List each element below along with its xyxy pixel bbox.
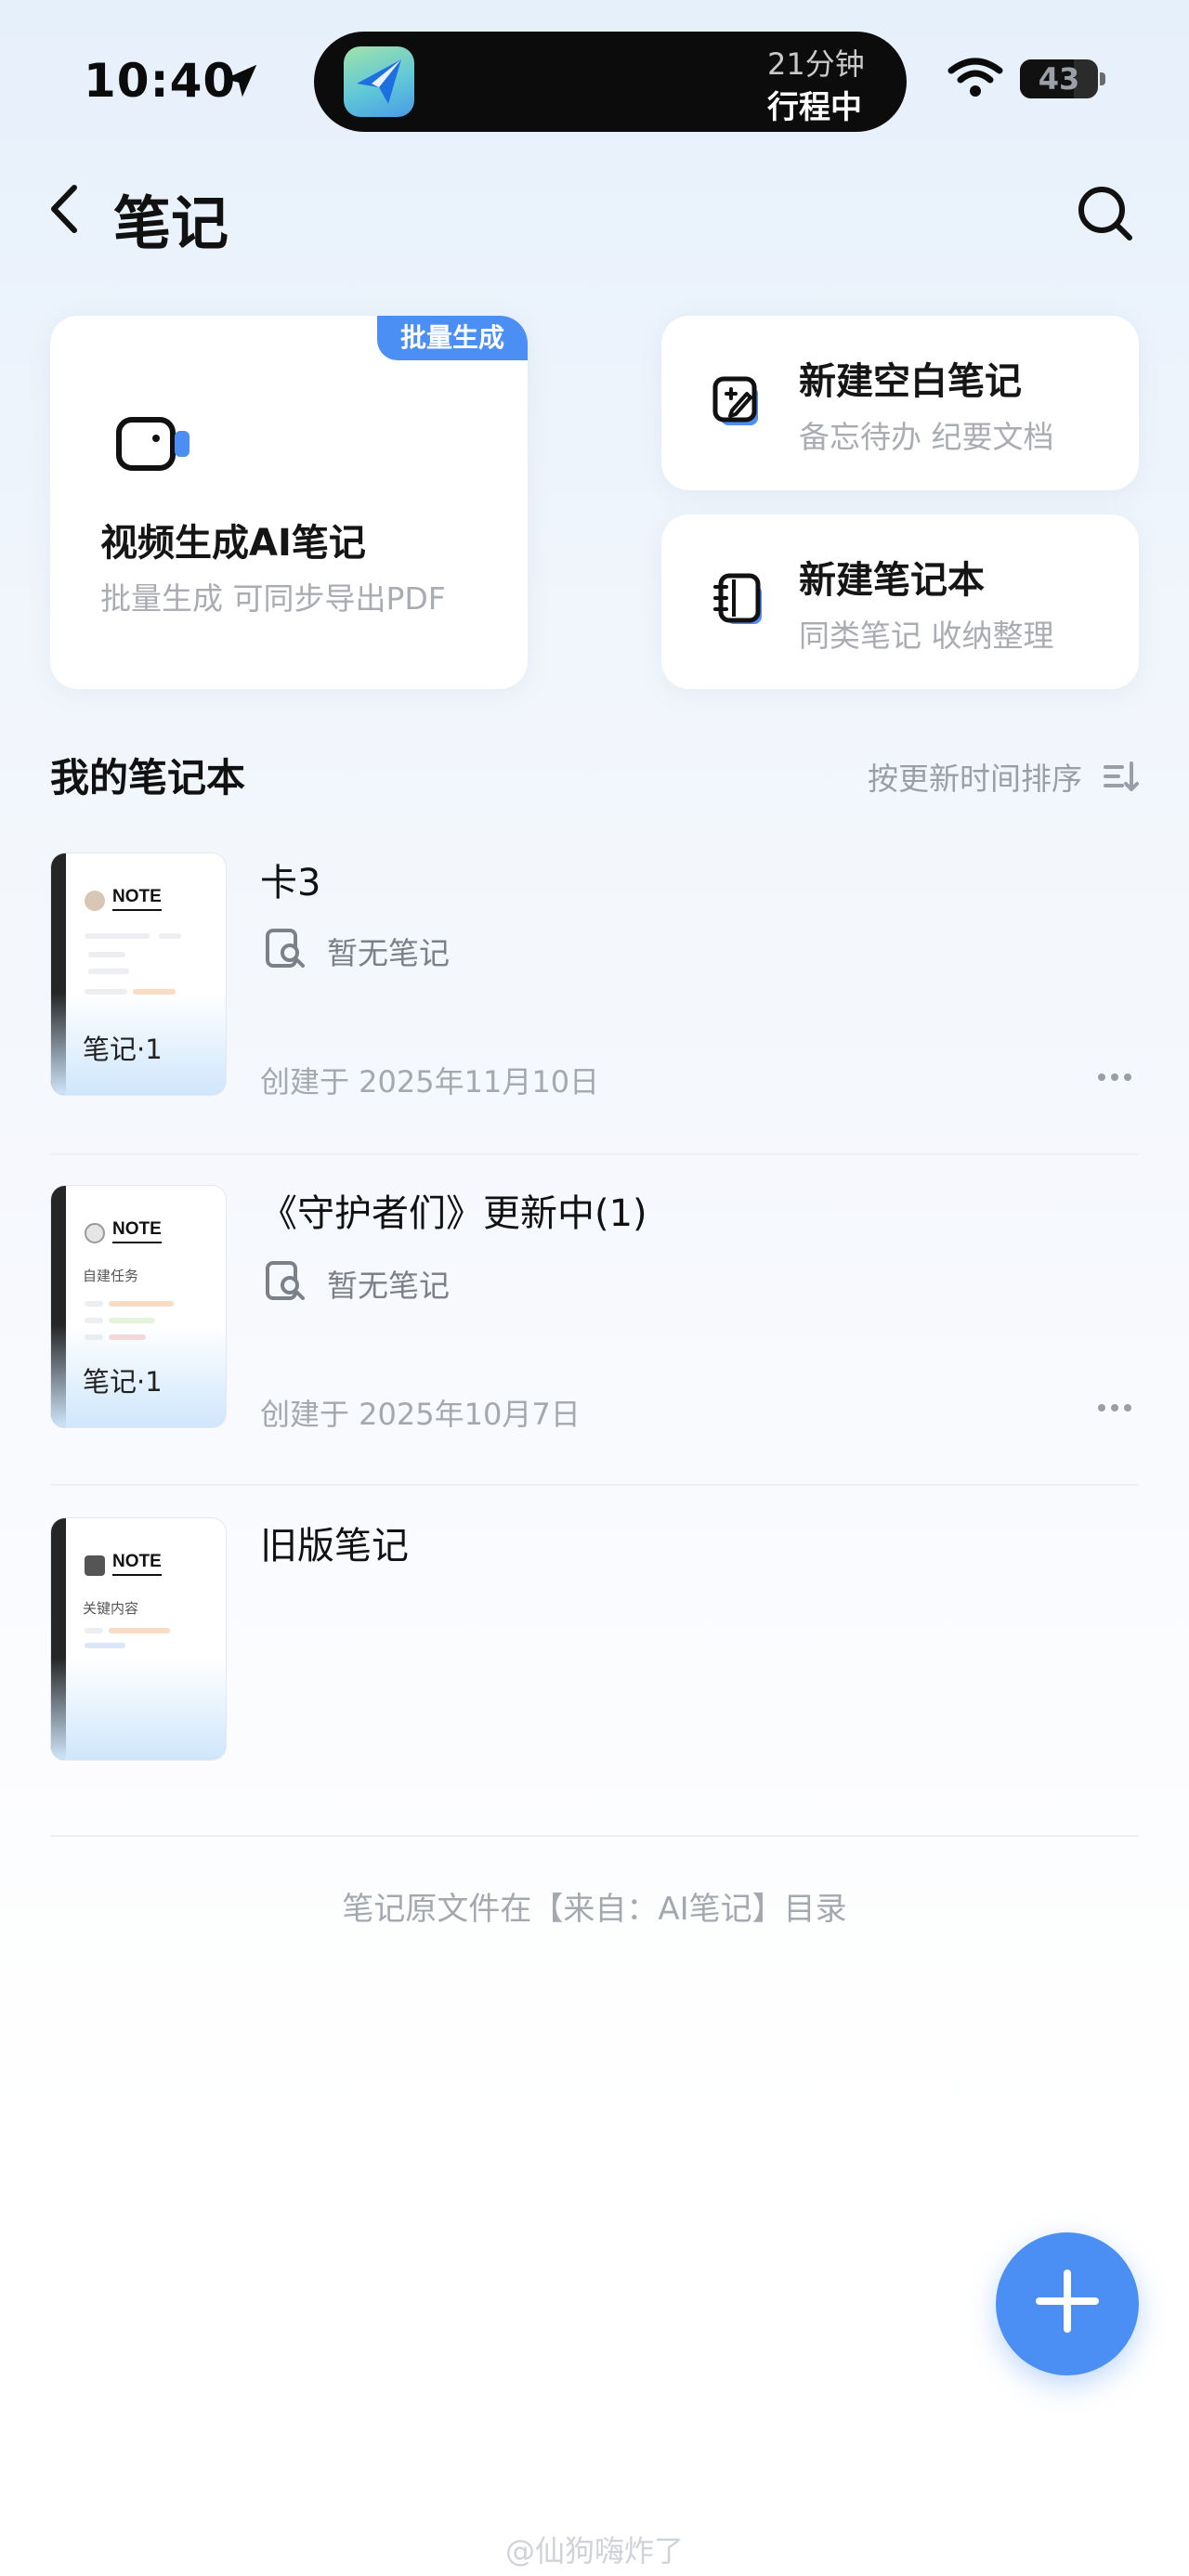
notebook-thumbnail[interactable]: NOTE 自建任务 笔记·1: [50, 1185, 227, 1428]
search-document-icon: [266, 1261, 305, 1300]
thumbnail-gradient: [51, 1658, 226, 1760]
search-document-icon: [266, 929, 305, 968]
video-card-title: 视频生成AI笔记: [100, 522, 366, 565]
my-notebooks-heading: 我的笔记本: [50, 755, 246, 800]
thumbnail-note-count: 笔记·1: [83, 1366, 163, 1398]
notebook-title[interactable]: 《守护者们》更新中(1): [260, 1183, 647, 1237]
thumbnail-note-label: NOTE: [112, 1219, 162, 1243]
new-notebook-title: 新建笔记本: [799, 559, 985, 602]
thumbnail-note-count: 笔记·1: [83, 1034, 163, 1065]
search-icon[interactable]: [1074, 182, 1135, 243]
notebook-icon: [713, 573, 762, 624]
thumbnail-line: [85, 933, 150, 939]
list-divider: [50, 1153, 1139, 1155]
video-card-subtitle: 批量生成 可同步导出PDF: [100, 580, 446, 617]
thumbnail-subtitle: 自建任务: [83, 1268, 139, 1284]
thumbnail-clock-icon: [85, 1223, 105, 1243]
thumbnail-line: [88, 952, 125, 957]
paper-plane-icon: [357, 59, 401, 104]
watermark: @仙狗嗨炸了: [504, 2533, 684, 2569]
created-date: 创建于 2025年10月7日: [260, 1397, 581, 1432]
notebook-thumbnail[interactable]: NOTE 笔记·1: [50, 852, 227, 1096]
location-arrow-icon: [224, 64, 257, 98]
list-divider: [50, 1484, 1139, 1486]
thumbnail-checkbox-icon: [85, 1555, 105, 1576]
thumbnail-note-label: NOTE: [112, 887, 162, 911]
list-divider: [50, 1835, 1139, 1837]
video-ai-note-card[interactable]: [50, 316, 528, 689]
thumbnail-line: [85, 1318, 103, 1323]
batch-generate-badge: 批量生成: [377, 316, 528, 360]
sort-icon[interactable]: [1102, 758, 1139, 795]
thumbnail-subtitle: 关键内容: [83, 1600, 139, 1617]
thumbnail-avatar: [85, 891, 105, 911]
back-chevron-icon[interactable]: [45, 176, 84, 241]
thumbnail-line: [88, 969, 129, 974]
thumbnail-line: [85, 1301, 103, 1307]
navigation-app-icon[interactable]: [344, 46, 414, 117]
more-options-icon[interactable]: [1096, 1402, 1133, 1413]
battery-percent: 43: [1038, 61, 1080, 97]
notebook-title[interactable]: 卡3: [260, 852, 320, 906]
thumbnail-line: [109, 1318, 155, 1323]
created-date: 创建于 2025年11月10日: [260, 1064, 600, 1099]
wifi-icon: [947, 58, 1003, 97]
new-notebook-subtitle: 同类笔记 收纳整理: [799, 618, 1054, 654]
more-options-icon[interactable]: [1096, 1072, 1133, 1083]
plus-icon[interactable]: [1064, 2270, 1071, 2333]
thumbnail-line: [85, 1628, 103, 1633]
blank-note-title: 新建空白笔记: [799, 360, 1022, 403]
island-duration: 21分钟: [767, 46, 865, 82]
thumbnail-line: [159, 933, 181, 939]
battery-tip: [1100, 72, 1105, 85]
thumbnail-line: [85, 1643, 125, 1648]
island-status: 行程中: [767, 89, 862, 126]
source-folder-note: 笔记原文件在【来自：AI笔记】目录: [342, 1891, 847, 1928]
thumbnail-line: [109, 1301, 174, 1307]
edit-note-icon: [712, 376, 758, 425]
video-camera-icon: [116, 417, 189, 471]
thumbnail-line: [109, 1628, 170, 1633]
empty-notes-text: 暂无笔记: [327, 935, 450, 971]
status-time: 10:40: [84, 54, 237, 108]
thumbnail-note-label: NOTE: [112, 1552, 162, 1576]
notebook-title[interactable]: 旧版笔记: [260, 1516, 409, 1569]
empty-notes-text: 暂无笔记: [327, 1268, 450, 1304]
blank-note-subtitle: 备忘待办 纪要文档: [799, 419, 1054, 455]
sort-by-update-button[interactable]: 按更新时间排序: [868, 754, 1082, 799]
page-title: 笔记: [113, 189, 229, 257]
notebook-thumbnail[interactable]: NOTE 关键内容: [50, 1517, 227, 1761]
